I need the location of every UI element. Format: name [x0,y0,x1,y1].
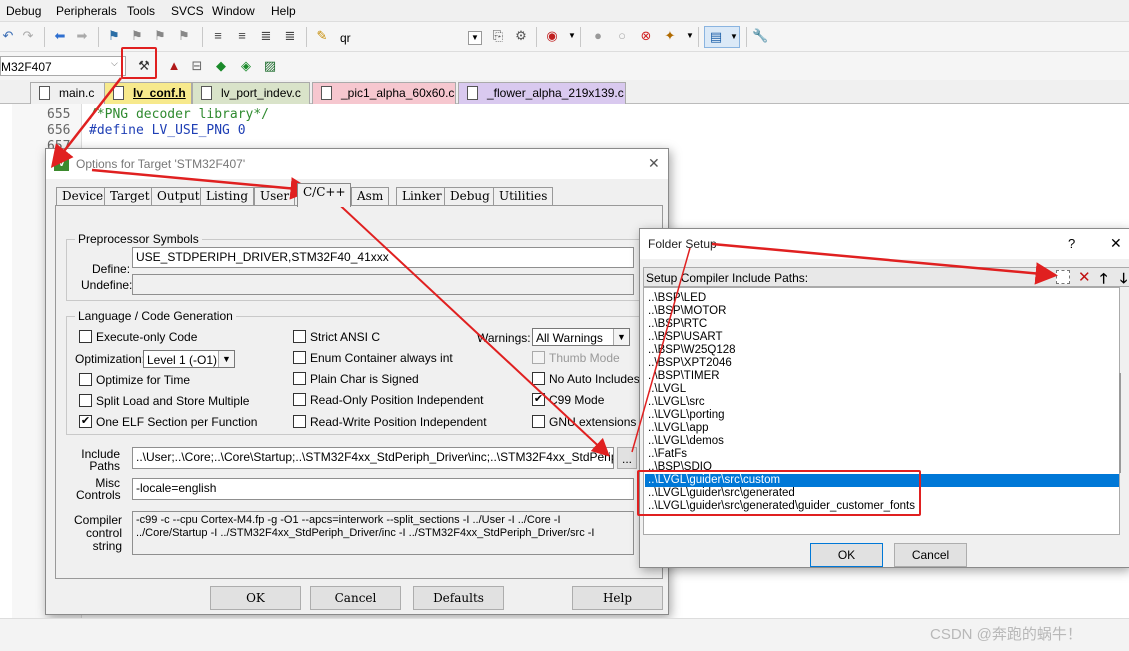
arrow-to-new-folder-icon [711,242,1058,285]
tab-c-cpp[interactable]: C/C++ [297,183,351,207]
watermark: CSDN @奔跑的蜗牛！ [930,626,1082,643]
arrow-to-options-dialog [50,77,122,168]
annotation-arrows [50,77,1058,457]
arrow-to-browse-button [329,195,610,457]
arrow-to-folder-dialog [631,247,691,453]
arrow-to-cc-tab [91,168,313,200]
